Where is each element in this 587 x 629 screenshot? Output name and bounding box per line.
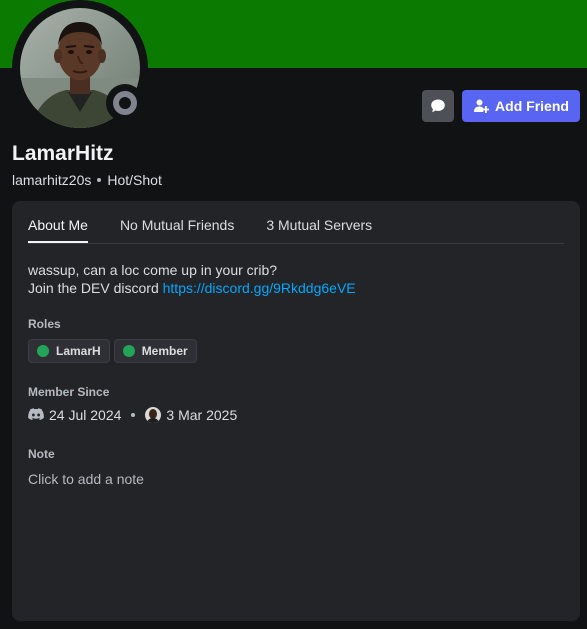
tab-about-me[interactable]: About Me — [28, 217, 88, 243]
server-icon — [145, 407, 162, 423]
add-user-icon — [474, 99, 490, 113]
discord-invite-link[interactable]: https://discord.gg/9Rkddg6eVE — [163, 280, 356, 296]
role-pill-lamarh[interactable]: LamarH — [28, 339, 110, 363]
discord-join-date: 24 Jul 2024 — [49, 407, 122, 423]
offline-status-icon — [113, 91, 137, 115]
message-button[interactable] — [422, 90, 454, 122]
separator-dot — [131, 413, 136, 417]
roles-heading: Roles — [28, 317, 61, 331]
about-me-text: wassup, can a loc come up in your crib? … — [28, 261, 548, 297]
role-color-dot — [37, 345, 49, 357]
server-join-date: 3 Mar 2025 — [166, 407, 238, 423]
status-indicator — [106, 84, 144, 122]
server-avatar-image — [145, 407, 162, 423]
user-profile-popout: Add Friend LamarHitz lamarhitz20s Hot/Sh… — [0, 0, 587, 629]
chat-bubble-icon — [431, 99, 445, 113]
role-pill-member[interactable]: Member — [113, 339, 197, 363]
avatar-frame — [12, 0, 148, 136]
bio-line-1: wassup, can a loc come up in your crib? — [28, 262, 278, 278]
pronouns: Hot/Shot — [107, 172, 162, 188]
add-friend-label: Add Friend — [495, 98, 569, 114]
member-since-heading: Member Since — [28, 385, 110, 399]
username[interactable]: lamarhitz20s — [12, 172, 91, 188]
bio-line-2-prefix: Join the DEV discord — [28, 280, 163, 296]
note-input[interactable]: Click to add a note — [28, 471, 144, 487]
username-row: lamarhitz20s Hot/Shot — [12, 172, 162, 188]
display-name: LamarHitz — [12, 142, 114, 165]
roles-list: LamarH Member — [28, 339, 197, 363]
member-since-row: 24 Jul 2024 3 Mar 2025 — [28, 407, 237, 423]
role-name: Member — [141, 344, 188, 358]
tab-mutual-friends[interactable]: No Mutual Friends — [120, 217, 234, 242]
role-name: LamarH — [56, 344, 101, 358]
discord-logo-icon — [28, 408, 44, 420]
tab-mutual-servers[interactable]: 3 Mutual Servers — [266, 217, 372, 242]
bio-line-2: Join the DEV discord https://discord.gg/… — [28, 279, 548, 297]
note-heading: Note — [28, 447, 55, 461]
profile-tabs: About Me No Mutual Friends 3 Mutual Serv… — [28, 217, 564, 244]
separator-dot — [97, 178, 102, 182]
role-color-dot — [122, 345, 135, 357]
add-friend-button[interactable]: Add Friend — [462, 90, 580, 122]
profile-panel: About Me No Mutual Friends 3 Mutual Serv… — [12, 201, 580, 621]
